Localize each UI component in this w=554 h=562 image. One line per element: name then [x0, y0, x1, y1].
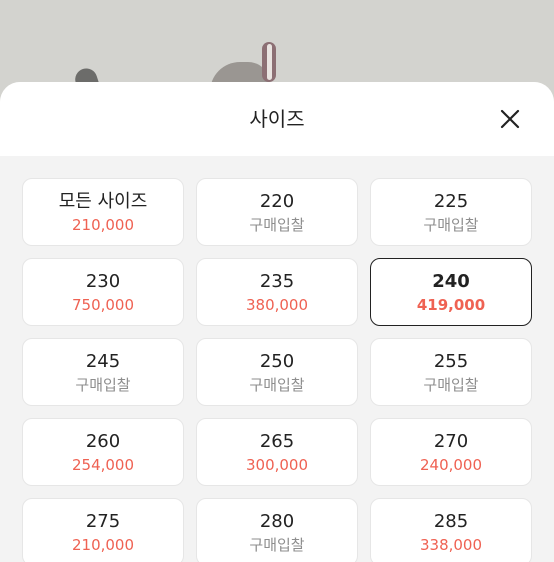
- size-price: 254,000: [71, 455, 135, 474]
- size-option[interactable]: 225 구매입찰: [370, 178, 532, 246]
- size-option[interactable]: 250 구매입찰: [196, 338, 358, 406]
- size-option[interactable]: 270 240,000: [370, 418, 532, 486]
- size-option[interactable]: 230 750,000: [22, 258, 184, 326]
- size-label: 280: [259, 510, 295, 532]
- bid-label: 구매입찰: [249, 215, 305, 234]
- size-price: 240,000: [419, 455, 483, 474]
- size-price: 300,000: [245, 455, 309, 474]
- size-bottom-sheet: 사이즈 모든 사이즈 210,000 220 구매입찰 225 구매입찰 230 750…: [0, 82, 554, 562]
- sheet-header: 사이즈: [0, 82, 554, 156]
- size-label: 270: [433, 430, 469, 452]
- size-grid: 모든 사이즈 210,000 220 구매입찰 225 구매입찰 230 750,000…: [22, 178, 532, 562]
- size-option[interactable]: 255 구매입찰: [370, 338, 532, 406]
- size-option[interactable]: 285 338,000: [370, 498, 532, 562]
- size-label: 230: [85, 270, 121, 292]
- size-label: 255: [433, 350, 469, 372]
- size-price: 210,000: [71, 215, 135, 234]
- size-option-selected[interactable]: 240 419,000: [370, 258, 532, 326]
- size-price: 419,000: [416, 295, 486, 314]
- size-option[interactable]: 245 구매입찰: [22, 338, 184, 406]
- size-label: 220: [259, 190, 295, 212]
- size-label: 285: [433, 510, 469, 532]
- size-option[interactable]: 275 210,000: [22, 498, 184, 562]
- sheet-title: 사이즈: [249, 107, 305, 131]
- size-option[interactable]: 280 구매입찰: [196, 498, 358, 562]
- close-icon: [500, 109, 520, 129]
- size-price: 750,000: [71, 295, 135, 314]
- bid-label: 구매입찰: [249, 375, 305, 394]
- size-label: 225: [433, 190, 469, 212]
- size-option[interactable]: 220 구매입찰: [196, 178, 358, 246]
- size-label: 275: [85, 510, 121, 532]
- size-option[interactable]: 260 254,000: [22, 418, 184, 486]
- size-price: 338,000: [419, 535, 483, 554]
- size-label: 265: [259, 430, 295, 452]
- size-option[interactable]: 265 300,000: [196, 418, 358, 486]
- size-label: 250: [259, 350, 295, 372]
- bid-label: 구매입찰: [423, 215, 479, 234]
- bid-label: 구매입찰: [75, 375, 131, 394]
- bid-label: 구매입찰: [249, 535, 305, 554]
- size-label: 245: [85, 350, 121, 372]
- size-label: 235: [259, 270, 295, 292]
- product-photo-shape: [267, 44, 272, 80]
- size-label: 260: [85, 430, 121, 452]
- bid-label: 구매입찰: [423, 375, 479, 394]
- size-label: 모든 사이즈: [58, 190, 148, 212]
- size-option[interactable]: 235 380,000: [196, 258, 358, 326]
- size-label: 240: [432, 270, 470, 292]
- close-button[interactable]: [496, 105, 524, 133]
- size-option[interactable]: 모든 사이즈 210,000: [22, 178, 184, 246]
- size-price: 210,000: [71, 535, 135, 554]
- size-price: 380,000: [245, 295, 309, 314]
